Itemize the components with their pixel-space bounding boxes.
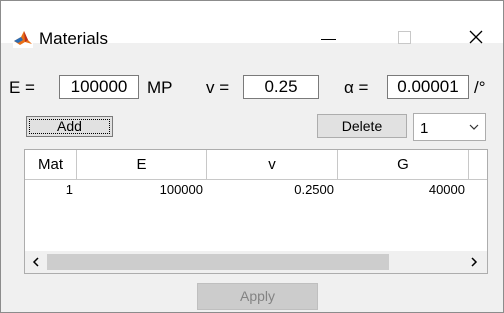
maximize-button[interactable] bbox=[389, 23, 419, 51]
cell-g[interactable]: 40000 bbox=[338, 179, 469, 201]
column-header-v[interactable]: v bbox=[207, 150, 338, 179]
scrollbar-thumb[interactable] bbox=[47, 254, 389, 270]
alpha-label: α = bbox=[344, 78, 369, 97]
minimize-button[interactable] bbox=[313, 23, 343, 51]
alpha-unit-label: /° bbox=[474, 78, 486, 97]
cell-mat[interactable]: 1 bbox=[25, 179, 77, 201]
minimize-icon bbox=[320, 38, 336, 40]
window-title: Materials bbox=[39, 29, 108, 48]
delete-button[interactable]: Delete bbox=[317, 114, 407, 138]
add-button[interactable]: Add bbox=[26, 116, 113, 137]
close-icon bbox=[469, 30, 483, 44]
scroll-right-icon[interactable] bbox=[467, 255, 481, 269]
maximize-icon bbox=[397, 30, 411, 44]
close-button[interactable] bbox=[461, 23, 491, 51]
v-label: v = bbox=[206, 78, 230, 97]
cell-e[interactable]: 100000 bbox=[77, 179, 207, 201]
matlab-icon bbox=[13, 28, 33, 48]
column-header-mat[interactable]: Mat bbox=[25, 150, 77, 179]
alpha-input[interactable]: 0.00001 bbox=[387, 75, 469, 99]
e-label: E = bbox=[9, 78, 35, 97]
materials-table[interactable]: Mat E v G 1 100000 0.2500 40000 bbox=[24, 149, 488, 274]
scroll-left-icon[interactable] bbox=[29, 255, 43, 269]
materials-window: Materials E = 100000 MP v = 0.25 α = 0.0… bbox=[0, 0, 504, 313]
e-unit-label: MP bbox=[147, 78, 173, 97]
chevron-down-icon bbox=[469, 124, 479, 130]
v-input[interactable]: 0.25 bbox=[243, 75, 319, 99]
cell-v[interactable]: 0.2500 bbox=[207, 179, 338, 201]
column-header-g[interactable]: G bbox=[338, 150, 469, 179]
horizontal-scrollbar[interactable] bbox=[25, 251, 487, 273]
e-input[interactable]: 100000 bbox=[59, 75, 139, 99]
table-header: Mat E v G bbox=[25, 150, 487, 180]
title-bar[interactable]: Materials bbox=[1, 1, 503, 48]
material-select-value: 1 bbox=[420, 120, 429, 137]
column-header-e[interactable]: E bbox=[77, 150, 207, 179]
table-row[interactable]: 1 100000 0.2500 40000 bbox=[25, 179, 487, 201]
apply-button[interactable]: Apply bbox=[197, 283, 318, 310]
material-select[interactable]: 1 bbox=[413, 113, 486, 141]
